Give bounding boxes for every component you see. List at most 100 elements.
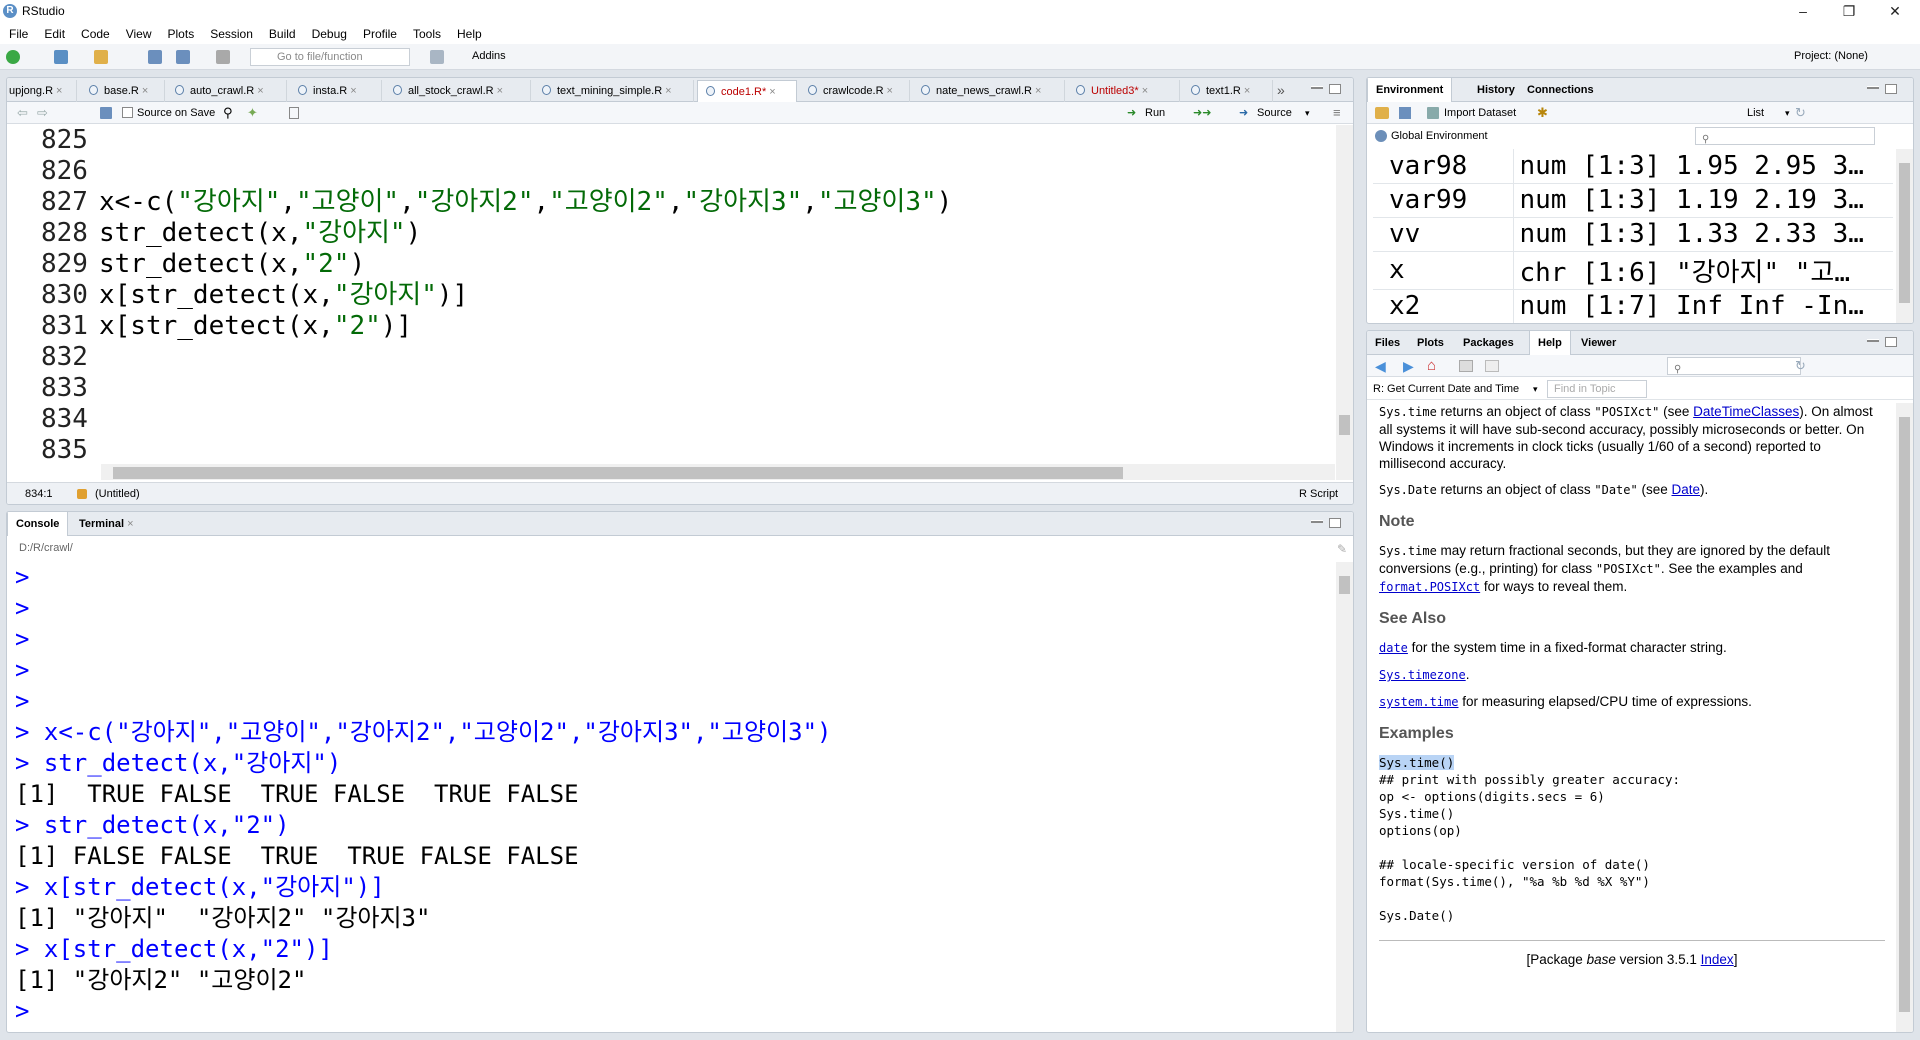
close-tab-icon[interactable]: ×	[56, 85, 62, 97]
close-tab-icon[interactable]: ×	[257, 85, 263, 97]
menu-edit[interactable]: Edit	[44, 24, 65, 44]
console-vertical-scrollbar[interactable]	[1336, 562, 1353, 1032]
close-tab-icon[interactable]: ×	[769, 86, 775, 98]
project-menu[interactable]: Project: (None)	[1794, 50, 1868, 62]
save-icon[interactable]	[100, 107, 112, 119]
refresh-icon[interactable]: ↻	[1795, 102, 1806, 124]
menu-tools[interactable]: Tools	[413, 24, 441, 44]
tab-console[interactable]: Console	[7, 512, 69, 536]
show-in-window-icon[interactable]	[1485, 360, 1499, 372]
link-sys-timezone[interactable]: Sys.timezone	[1379, 668, 1466, 682]
examples-code[interactable]: Sys.time() ## print with possibly greate…	[1379, 754, 1885, 924]
close-tab-icon[interactable]: ×	[665, 85, 671, 97]
editor-tab[interactable]: insta.R ×	[290, 80, 382, 102]
minimize-pane-icon[interactable]	[1867, 339, 1879, 342]
menu-file[interactable]: File	[9, 24, 28, 44]
close-tab-icon[interactable]: ×	[1142, 85, 1148, 97]
code-line[interactable]	[99, 342, 1335, 373]
compile-report-icon[interactable]	[289, 107, 299, 119]
print-icon[interactable]	[216, 50, 230, 64]
code-line[interactable]	[99, 125, 1335, 156]
list-view-selector[interactable]: List	[1747, 102, 1764, 124]
workspace-panes-icon[interactable]	[430, 50, 444, 64]
maximize-pane-icon[interactable]	[1885, 84, 1897, 94]
editor-tab[interactable]: text1.R ×	[1183, 80, 1273, 102]
console-output[interactable]: > > > > > > x<-c("강아지","고양이","강아지2","고양이2","강…	[15, 562, 1333, 1032]
chevron-down-icon[interactable]: ▾	[1305, 102, 1310, 124]
home-icon[interactable]: ⌂	[1427, 355, 1436, 377]
forward-arrow-icon[interactable]: ▶	[1403, 355, 1414, 377]
new-file-icon[interactable]	[6, 50, 20, 64]
minimize-pane-icon[interactable]	[1311, 86, 1323, 89]
close-tab-icon[interactable]: ×	[142, 85, 148, 97]
refresh-icon[interactable]: ↻	[1795, 355, 1806, 377]
close-tab-icon[interactable]: ×	[1244, 85, 1250, 97]
close-tab-icon[interactable]: ×	[497, 85, 503, 97]
editor-tab[interactable]: all_stock_crawl.R ×	[385, 80, 531, 102]
tab-environment[interactable]: Environment	[1367, 78, 1453, 102]
menu-help[interactable]: Help	[457, 24, 482, 44]
save-all-icon[interactable]	[176, 50, 190, 64]
more-tabs-icon[interactable]: »	[1277, 82, 1285, 98]
back-arrow-icon[interactable]: ⇦	[17, 102, 28, 124]
menu-profile[interactable]: Profile	[363, 24, 397, 44]
menu-build[interactable]: Build	[269, 24, 296, 44]
menu-code[interactable]: Code	[81, 24, 110, 44]
forward-arrow-icon[interactable]: ⇨	[37, 102, 48, 124]
editor-tab[interactable]: base.R ×	[81, 80, 165, 102]
code-line[interactable]: x<-c("강아지","고양이","강아지2","고양이2","강아지3","고…	[99, 187, 1335, 218]
env-row[interactable]: var98 num [1:3] 1.95 2.95 3…	[1373, 149, 1893, 184]
minimize-button[interactable]: –	[1780, 0, 1826, 24]
run-button[interactable]: Run	[1145, 102, 1165, 124]
chevron-down-icon[interactable]: ▾	[1533, 378, 1538, 400]
find-in-topic-input[interactable]: Find in Topic	[1547, 380, 1647, 398]
menu-view[interactable]: View	[126, 24, 152, 44]
tab-packages[interactable]: Packages	[1455, 331, 1522, 355]
maximize-pane-icon[interactable]	[1329, 84, 1341, 94]
search-icon[interactable]: ⚲	[223, 102, 233, 124]
broom-icon[interactable]: ✱	[1537, 102, 1548, 124]
file-type-selector[interactable]: R Script	[1299, 483, 1338, 504]
help-vertical-scrollbar[interactable]	[1896, 403, 1913, 1032]
tab-terminal[interactable]: Terminal ×	[71, 512, 142, 536]
goto-file-input[interactable]: Go to file/function	[250, 48, 410, 66]
working-directory[interactable]: D:/R/crawl/	[19, 542, 73, 554]
open-file-icon[interactable]	[94, 50, 108, 64]
tab-viewer[interactable]: Viewer	[1573, 331, 1624, 355]
save-icon[interactable]	[148, 50, 162, 64]
menu-debug[interactable]: Debug	[312, 24, 347, 44]
scrollbar-thumb[interactable]	[1339, 415, 1350, 435]
editor-horizontal-scrollbar[interactable]	[101, 464, 1335, 480]
editor-tab[interactable]: Untitled3* ×	[1068, 80, 1180, 102]
tab-history[interactable]: History	[1469, 78, 1523, 102]
addins-menu[interactable]: Addins	[472, 50, 506, 62]
restore-button[interactable]: ❐	[1826, 0, 1872, 24]
help-topic-selector[interactable]: R: Get Current Date and Time	[1373, 378, 1519, 400]
code-lines[interactable]: x<-c("강아지","고양이","강아지2","고양이2","강아지3","고…	[99, 125, 1335, 462]
code-line[interactable]: x[str_detect(x,"강아지")]	[99, 280, 1335, 311]
scrollbar-thumb[interactable]	[1899, 163, 1910, 303]
tab-help[interactable]: Help	[1529, 331, 1571, 355]
menu-plots[interactable]: Plots	[168, 24, 195, 44]
editor-tab[interactable]: upjong.R ×	[7, 80, 77, 102]
rerun-icon[interactable]: ➜➜	[1193, 102, 1211, 124]
help-search-input[interactable]: ⚲	[1667, 357, 1801, 375]
load-workspace-icon[interactable]	[1375, 107, 1389, 119]
menu-session[interactable]: Session	[210, 24, 253, 44]
link-date-function[interactable]: date	[1379, 641, 1408, 655]
source-on-save-checkbox[interactable]	[122, 107, 133, 118]
scrollbar-thumb[interactable]	[1899, 417, 1910, 1012]
editor-vertical-scrollbar[interactable]	[1336, 125, 1353, 480]
tab-connections[interactable]: Connections	[1519, 78, 1602, 102]
close-window-button[interactable]: ✕	[1872, 0, 1918, 24]
global-environment-selector[interactable]: Global Environment	[1391, 125, 1488, 147]
code-line[interactable]	[99, 156, 1335, 187]
editor-tab-active[interactable]: code1.R* ×	[697, 80, 797, 103]
tab-plots[interactable]: Plots	[1409, 331, 1452, 355]
link-datetimeclasses[interactable]: DateTimeClasses	[1693, 404, 1799, 419]
link-system-time[interactable]: system.time	[1379, 695, 1458, 709]
link-format-posixct[interactable]: format.POSIXct	[1379, 580, 1480, 594]
print-icon[interactable]	[1459, 360, 1473, 372]
back-arrow-icon[interactable]: ◀	[1375, 355, 1386, 377]
link-index[interactable]: Index	[1701, 952, 1734, 967]
